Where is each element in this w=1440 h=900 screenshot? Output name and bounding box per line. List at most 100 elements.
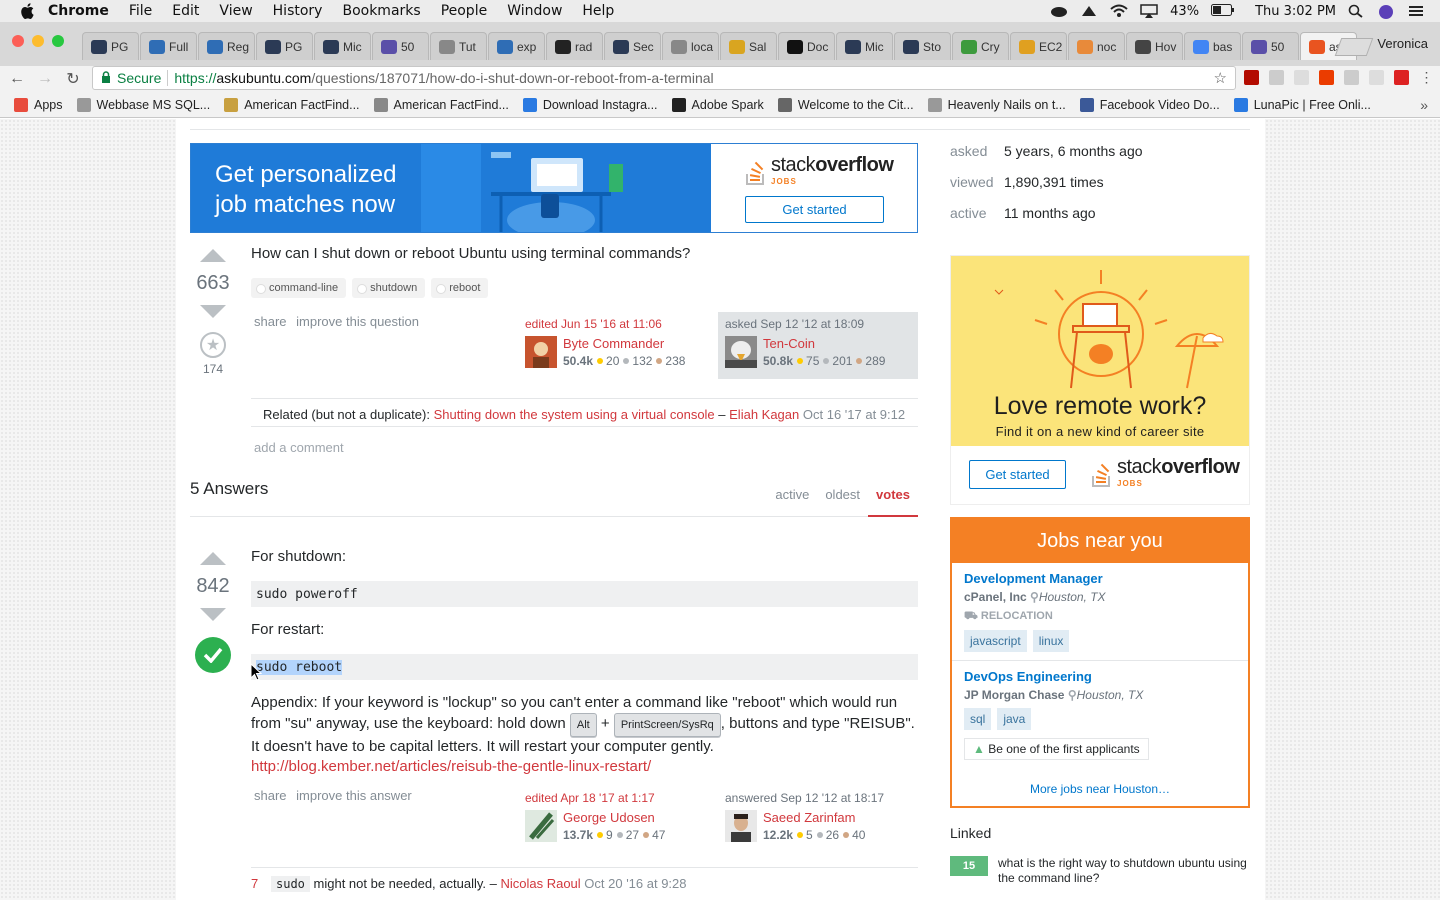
url-omnibox[interactable]: Secure https:// askubuntu.com /questions…	[92, 66, 1236, 90]
edited-timestamp[interactable]: edited Apr 18 '17 at 1:17	[525, 791, 725, 805]
user-avatar[interactable]	[525, 336, 557, 368]
new-tab-button[interactable]	[1334, 38, 1374, 56]
extension-icon-6[interactable]	[1369, 70, 1384, 85]
job-listing[interactable]: DevOps Engineering JP Morgan Chase ⚲Hous…	[952, 661, 1248, 770]
linked-question-link[interactable]: what is the right way to shutdown ubuntu…	[998, 856, 1250, 886]
close-window-button[interactable]	[12, 35, 24, 47]
job-title[interactable]: DevOps Engineering	[964, 669, 1236, 684]
browser-tab[interactable]: Mic	[314, 32, 371, 60]
menu-view[interactable]: View	[219, 3, 252, 19]
sort-tab-active[interactable]: active	[767, 487, 817, 517]
bookmark-item[interactable]: LunaPic | Free Onli...	[1233, 97, 1371, 112]
job-tag[interactable]: javascript	[964, 630, 1027, 652]
bookmark-item[interactable]: Heavenly Nails on t...	[927, 97, 1066, 112]
pdf-extension-icon[interactable]	[1244, 70, 1259, 85]
edited-timestamp[interactable]: edited Jun 15 '16 at 11:06	[525, 317, 725, 331]
downvote-arrow-icon[interactable]	[200, 608, 226, 621]
menu-window[interactable]: Window	[507, 3, 562, 19]
battery-icon[interactable]	[1211, 4, 1235, 18]
extension-icon-7[interactable]	[1394, 70, 1409, 85]
reload-icon[interactable]: ↻	[62, 68, 84, 90]
sort-tab-oldest[interactable]: oldest	[817, 487, 868, 517]
office-extension-icon[interactable]	[1319, 70, 1334, 85]
bookmark-item[interactable]: American FactFind...	[373, 97, 509, 112]
job-tag[interactable]: java	[997, 708, 1032, 730]
menu-bookmarks[interactable]: Bookmarks	[342, 3, 420, 19]
user-name[interactable]: George Udosen	[563, 810, 665, 825]
menu-help[interactable]: Help	[582, 3, 614, 19]
creative-cloud-icon[interactable]	[1050, 4, 1068, 18]
menu-app-name[interactable]: Chrome	[48, 3, 109, 19]
browser-tab[interactable]: PG	[256, 32, 313, 60]
browser-tab[interactable]: Sec	[604, 32, 661, 60]
downvote-arrow-icon[interactable]	[200, 305, 226, 318]
linked-question[interactable]: 15 what is the right way to shutdown ubu…	[950, 856, 1250, 886]
asked-timestamp[interactable]: asked Sep 12 '12 at 18:09	[725, 317, 911, 331]
browser-tab[interactable]: Sto	[894, 32, 951, 60]
notification-center-icon[interactable]	[1408, 4, 1426, 18]
share-question-link[interactable]: share	[254, 314, 287, 329]
user-name[interactable]: Byte Commander	[563, 336, 685, 351]
tag-shutdown[interactable]: shutdown	[352, 278, 426, 298]
bookmark-item[interactable]: Facebook Video Do...	[1079, 97, 1220, 112]
bookmark-item[interactable]: Download Instagra...	[522, 97, 658, 112]
favorite-star-icon[interactable]: ★	[200, 332, 226, 358]
comment-user[interactable]: Eliah Kagan	[729, 407, 799, 422]
browser-tab[interactable]: rad	[546, 32, 603, 60]
browser-tab[interactable]: 50	[372, 32, 429, 60]
comment-user[interactable]: Nicolas Raoul	[500, 876, 580, 891]
airplay-icon[interactable]	[1140, 4, 1158, 18]
upvote-arrow-icon[interactable]	[200, 552, 226, 565]
meta-value[interactable]: 11 months ago	[1004, 205, 1096, 221]
comment-link[interactable]: Shutting down the system using a virtual…	[434, 407, 715, 422]
browser-tab[interactable]: PG	[82, 32, 139, 60]
user-name[interactable]: Saeed Zarinfam	[763, 810, 865, 825]
apple-menu-icon[interactable]	[18, 2, 36, 20]
meta-value[interactable]: 5 years, 6 months ago	[1004, 143, 1143, 159]
job-listing[interactable]: Development Manager cPanel, Inc ⚲Houston…	[952, 563, 1248, 661]
job-tag[interactable]: sql	[964, 708, 992, 730]
user-avatar[interactable]	[525, 810, 557, 842]
forward-arrow-icon[interactable]: →	[34, 68, 56, 90]
user-name[interactable]: Ten-Coin	[763, 336, 885, 351]
browser-tab[interactable]: Hov	[1126, 32, 1183, 60]
more-jobs-link[interactable]: More jobs near Houston…	[952, 782, 1248, 796]
remote-ad-get-started-button[interactable]: Get started	[969, 460, 1066, 489]
browser-tab[interactable]: noc	[1068, 32, 1125, 60]
browser-tab[interactable]: Full	[140, 32, 197, 60]
menu-file[interactable]: File	[129, 3, 152, 19]
job-tag[interactable]: linux	[1032, 630, 1070, 652]
clock[interactable]: Thu 3:02 PM	[1255, 4, 1336, 19]
bookmark-item[interactable]: American FactFind...	[224, 97, 360, 112]
improve-question-link[interactable]: improve this question	[296, 314, 419, 329]
menu-edit[interactable]: Edit	[172, 3, 199, 19]
tag-command-line[interactable]: command-line	[251, 278, 347, 298]
bookmark-item[interactable]: Webbase MS SQL...	[76, 97, 210, 112]
answered-timestamp[interactable]: answered Sep 12 '12 at 18:17	[725, 791, 918, 805]
apps-shortcut[interactable]: Apps	[14, 97, 63, 112]
browser-tab[interactable]: exp	[488, 32, 545, 60]
browser-tab[interactable]: 50	[1242, 32, 1299, 60]
user-avatar[interactable]	[725, 336, 757, 368]
comment-date[interactable]: Oct 16 '17 at 9:12	[799, 407, 905, 422]
browser-tab[interactable]: Sal	[720, 32, 777, 60]
minimize-window-button[interactable]	[32, 35, 44, 47]
profile-name[interactable]: Veronica	[1377, 36, 1428, 51]
bookmark-star-icon[interactable]: ☆	[1214, 69, 1227, 87]
extension-icon-5[interactable]	[1344, 70, 1359, 85]
remote-work-ad[interactable]: Love remote work? Find it on a new kind …	[950, 255, 1250, 505]
jobs-ad-banner[interactable]: Get personalized job matches now stackov…	[190, 143, 918, 233]
tag-reboot[interactable]: reboot	[431, 278, 489, 298]
browser-tab[interactable]: Tut	[430, 32, 487, 60]
comment-date[interactable]: Oct 20 '16 at 9:28	[581, 876, 686, 891]
spotlight-search-icon[interactable]	[1348, 4, 1366, 18]
browser-tab[interactable]: bas	[1184, 32, 1241, 60]
improve-answer-link[interactable]: improve this answer	[296, 788, 412, 803]
job-title[interactable]: Development Manager	[964, 571, 1236, 586]
share-answer-link[interactable]: share	[254, 788, 287, 803]
chrome-menu-icon[interactable]: ⋮	[1419, 70, 1434, 85]
back-arrow-icon[interactable]: ←	[6, 68, 28, 90]
reisub-article-link[interactable]: http://blog.kember.net/articles/reisub-t…	[251, 758, 651, 775]
browser-tab[interactable]: loca	[662, 32, 719, 60]
add-comment-link[interactable]: add a comment	[254, 440, 344, 455]
